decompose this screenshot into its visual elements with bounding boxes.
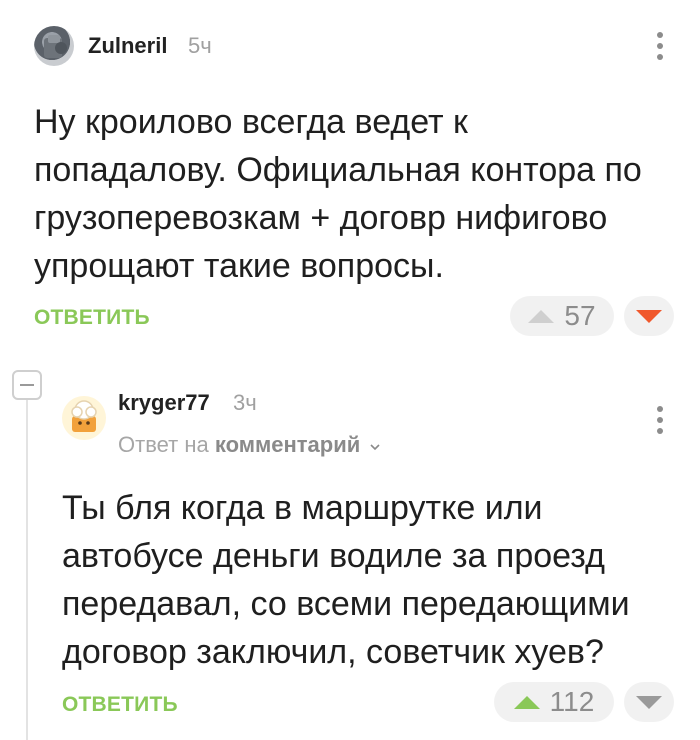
upvote-icon xyxy=(513,695,540,709)
comment-time: 5ч xyxy=(188,33,212,58)
upvote-button[interactable]: 57 xyxy=(510,296,614,336)
minus-icon xyxy=(20,384,34,386)
collapse-thread-button[interactable] xyxy=(12,370,42,400)
downvote-icon xyxy=(636,309,662,323)
comment-text: Ты бля когда в маршрутке или автобусе де… xyxy=(62,489,630,671)
thread-line xyxy=(26,400,28,740)
downvote-button[interactable] xyxy=(624,682,674,722)
avatar[interactable] xyxy=(62,396,106,440)
comment-author[interactable]: kryger77 xyxy=(118,390,210,416)
comment-author[interactable]: Zulneril xyxy=(88,33,167,59)
upvote-button[interactable]: 112 xyxy=(494,682,614,722)
reply-button[interactable]: ОТВЕТИТЬ xyxy=(62,693,178,717)
reply-to[interactable]: Ответ на комментарий xyxy=(118,432,381,458)
more-options-icon[interactable] xyxy=(657,406,663,434)
downvote-icon xyxy=(636,695,662,709)
more-options-icon[interactable] xyxy=(657,32,663,60)
upvote-icon xyxy=(528,309,555,323)
reply-to-target[interactable]: комментарий xyxy=(215,432,360,457)
comment-time: 3ч xyxy=(233,390,257,415)
rating-count: 112 xyxy=(549,686,595,717)
reply-to-prefix: Ответ на xyxy=(118,432,209,457)
chevron-down-icon xyxy=(370,444,380,451)
comment-text: Ну кроилово всегда ведет к попадалову. О… xyxy=(34,103,642,285)
downvote-button[interactable] xyxy=(624,296,674,336)
avatar[interactable] xyxy=(34,26,74,66)
reply-button[interactable]: ОТВЕТИТЬ xyxy=(34,306,150,330)
rating-count: 57 xyxy=(564,300,596,331)
